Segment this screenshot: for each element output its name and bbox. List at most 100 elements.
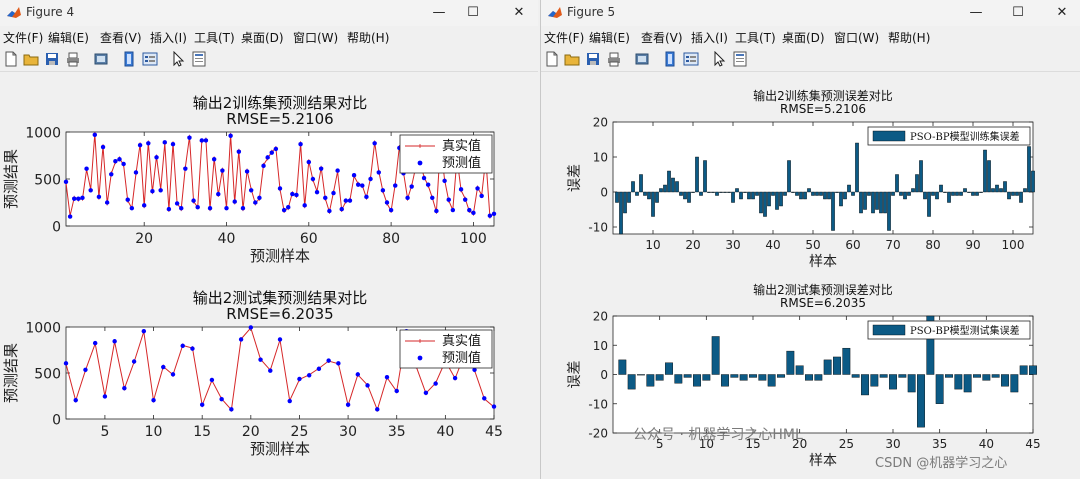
- menu-insert[interactable]: 插入(I): [150, 29, 187, 46]
- error-bar: [867, 191, 871, 196]
- pred-point: [277, 337, 283, 342]
- error-bar: [815, 191, 819, 196]
- menu-desktop[interactable]: 桌面(D): [241, 29, 284, 46]
- pred-point: [244, 169, 250, 174]
- menu-tools[interactable]: 工具(T): [194, 29, 235, 46]
- error-bar: [623, 191, 627, 214]
- pred-point: [298, 142, 303, 147]
- error-bar: [875, 191, 879, 210]
- pred-point: [331, 190, 336, 196]
- error-bar: [987, 160, 991, 193]
- error-bar: [939, 184, 943, 193]
- error-bar: [911, 188, 915, 193]
- menu-view[interactable]: 查看(V): [641, 29, 683, 46]
- error-bar: [967, 191, 971, 193]
- pred-point: [268, 368, 273, 373]
- new-file-icon[interactable]: [3, 51, 19, 67]
- print-icon[interactable]: [65, 51, 81, 67]
- y-tick-label: 500: [34, 172, 61, 188]
- pred-point: [179, 205, 184, 211]
- menu-help[interactable]: 帮助(H): [888, 29, 930, 46]
- error-bar: [917, 374, 925, 428]
- error-bar: [786, 350, 795, 375]
- pointer-icon[interactable]: [170, 51, 186, 67]
- pred-point: [80, 195, 85, 200]
- pred-point: [109, 172, 114, 177]
- new-file-icon[interactable]: [544, 51, 560, 67]
- pred-point: [88, 188, 93, 193]
- print-preview-icon[interactable]: [93, 51, 109, 67]
- menu-insert[interactable]: 插入(I): [691, 29, 728, 46]
- menu-edit[interactable]: 编辑(E): [48, 29, 89, 46]
- menu-help[interactable]: 帮助(H): [347, 29, 389, 46]
- error-bar: [955, 191, 959, 196]
- pred-point: [482, 396, 487, 401]
- error-bar: [659, 188, 663, 193]
- maximize-button[interactable]: ☐: [1007, 3, 1029, 23]
- property-inspector-icon[interactable]: [732, 51, 748, 67]
- minimize-button[interactable]: —: [965, 3, 987, 23]
- pred-point: [133, 170, 139, 175]
- open-folder-icon[interactable]: [23, 51, 39, 67]
- print-icon[interactable]: [606, 51, 622, 67]
- link-plot-icon[interactable]: [662, 51, 678, 67]
- error-bar: [1027, 146, 1031, 193]
- x-tick-label: 15: [193, 424, 211, 440]
- error-bar: [721, 374, 729, 387]
- error-bar: [963, 374, 972, 393]
- pointer-icon[interactable]: [711, 51, 727, 67]
- maximize-button[interactable]: ☐: [462, 3, 484, 23]
- error-bar: [719, 191, 723, 193]
- y-tick-label: 0: [52, 412, 61, 428]
- pred-point: [72, 196, 77, 201]
- menu-window[interactable]: 窗口(W): [293, 29, 338, 46]
- error-bar: [895, 174, 899, 193]
- pred-point: [84, 166, 89, 171]
- open-folder-icon[interactable]: [564, 51, 580, 67]
- menu-view[interactable]: 查看(V): [100, 29, 142, 46]
- pred-point: [446, 197, 451, 202]
- close-button[interactable]: ✕: [508, 3, 530, 23]
- y-tick-label: 0: [52, 219, 61, 235]
- property-inspector-icon[interactable]: [191, 51, 207, 67]
- insert-legend-icon[interactable]: [683, 51, 699, 67]
- insert-legend-icon[interactable]: [142, 51, 158, 67]
- menu-file[interactable]: 文件(F): [544, 29, 584, 46]
- pred-point: [141, 203, 147, 208]
- save-icon[interactable]: [585, 51, 601, 67]
- link-plot-icon[interactable]: [121, 51, 137, 67]
- menu-edit[interactable]: 编辑(E): [589, 29, 630, 46]
- menu-desktop[interactable]: 桌面(D): [782, 29, 825, 46]
- pred-point: [345, 402, 351, 407]
- pred-point: [253, 200, 258, 205]
- menu-window[interactable]: 窗口(W): [834, 29, 879, 46]
- error-bar: [643, 191, 647, 196]
- error-bar: [777, 374, 785, 378]
- menu-tools[interactable]: 工具(T): [735, 29, 776, 46]
- error-bar: [771, 191, 775, 196]
- error-bar: [927, 191, 931, 217]
- menu-file[interactable]: 文件(F): [3, 29, 43, 46]
- error-bar: [674, 374, 683, 384]
- error-bar: [619, 191, 623, 235]
- x-tick-label: 90: [965, 238, 980, 252]
- close-button[interactable]: ✕: [1051, 3, 1073, 23]
- pred-point: [104, 200, 110, 205]
- pred-point: [281, 207, 287, 213]
- pred-point: [394, 388, 399, 394]
- save-icon[interactable]: [44, 51, 60, 67]
- error-bar: [861, 374, 869, 396]
- pred-point: [433, 381, 438, 386]
- menu-bar: 文件(F) 编辑(E) 查看(V) 插入(I) 工具(T) 桌面(D) 窗口(W…: [0, 27, 538, 47]
- pred-point: [232, 199, 237, 204]
- minimize-button[interactable]: —: [428, 3, 450, 23]
- error-bar: [627, 191, 631, 203]
- y-tick-label: -10: [588, 221, 608, 235]
- print-preview-icon[interactable]: [634, 51, 650, 67]
- pred-point: [224, 205, 229, 211]
- pred-point: [372, 141, 377, 146]
- error-bar: [767, 191, 771, 207]
- error-bar: [618, 359, 627, 375]
- error-bar: [755, 191, 759, 196]
- pred-point: [351, 173, 357, 178]
